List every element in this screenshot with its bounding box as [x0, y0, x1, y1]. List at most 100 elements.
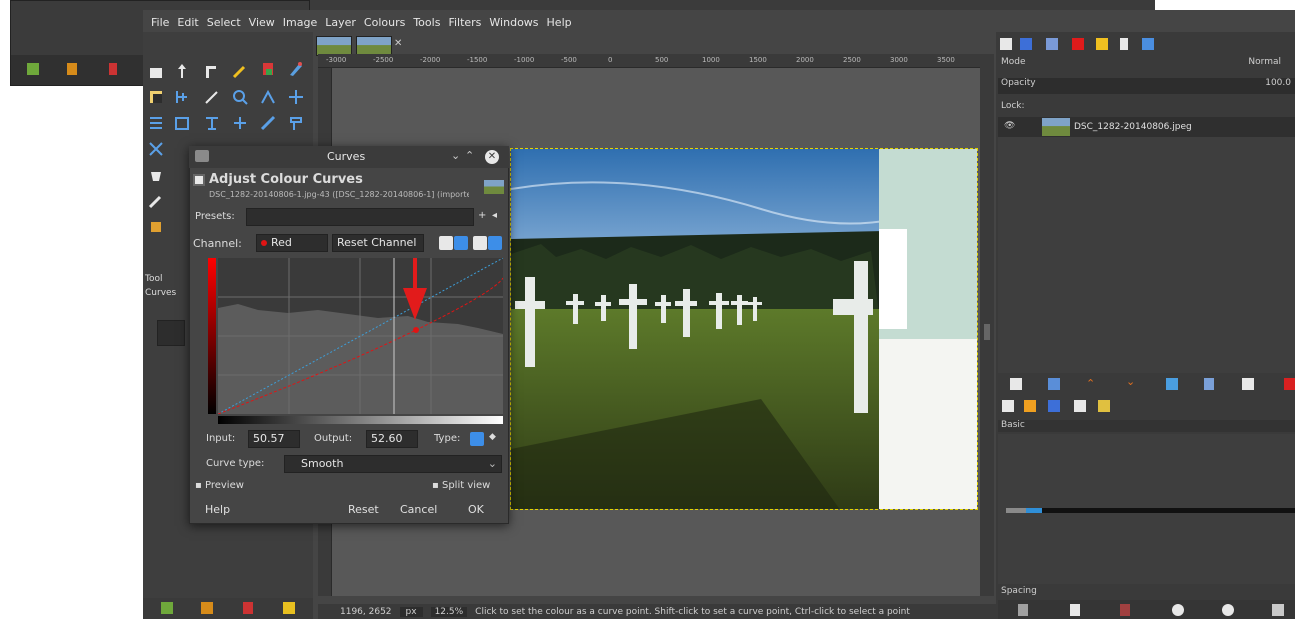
input-spinbox[interactable]: 50.57 [248, 430, 300, 448]
bucket-fill-icon[interactable] [147, 166, 165, 184]
color-picker-icon[interactable] [259, 60, 277, 78]
picker-icon[interactable] [473, 236, 487, 250]
menu-view[interactable]: View [245, 16, 279, 29]
foreground-select-icon[interactable] [147, 88, 165, 106]
layer-mode-row[interactable]: Mode Normal [998, 57, 1295, 71]
transform-icon[interactable] [287, 88, 305, 106]
reset-channel-button[interactable]: Reset Channel [332, 234, 424, 252]
paint-tool-icon[interactable] [287, 60, 305, 78]
delete-layer-icon[interactable] [1284, 378, 1295, 390]
delete-icon[interactable] [109, 63, 117, 75]
cage-icon[interactable] [259, 114, 277, 132]
images-tab-icon[interactable] [1098, 400, 1110, 412]
new-brush-icon[interactable] [1070, 604, 1080, 616]
menu-help[interactable]: Help [543, 16, 576, 29]
menu-select[interactable]: Select [203, 16, 245, 29]
spacing-row[interactable]: Spacing [998, 586, 1295, 598]
tool-options-field[interactable] [157, 320, 185, 346]
paths-tab-icon[interactable] [1046, 38, 1058, 50]
undo-icon[interactable] [67, 63, 77, 75]
point-type-smooth-icon[interactable] [470, 432, 484, 446]
channels-tab-icon[interactable] [1020, 38, 1032, 50]
menu-edit[interactable]: Edit [173, 16, 202, 29]
menu-windows[interactable]: Windows [485, 16, 542, 29]
presets-combo[interactable] [246, 208, 474, 226]
curve-type-select[interactable]: Smooth ⌄ [284, 455, 502, 473]
log-histogram-icon[interactable] [454, 236, 468, 250]
linear-histogram-icon[interactable] [439, 236, 453, 250]
brush-swatch-selected[interactable] [1026, 508, 1042, 513]
layer-row[interactable]: 👁 DSC_1282-20140806.jpeg [998, 117, 1295, 137]
opacity-row[interactable]: Opacity 100.0 [998, 78, 1295, 94]
output-spinbox[interactable]: 52.60 [366, 430, 418, 448]
fonts-tab2-icon[interactable] [1074, 400, 1086, 412]
add-preset-icon[interactable]: + [478, 210, 486, 221]
zoom-in-icon[interactable] [1222, 604, 1234, 616]
picker-active-icon[interactable] [488, 236, 502, 250]
unified-transform-icon[interactable] [173, 114, 191, 132]
menu-filters[interactable]: Filters [444, 16, 485, 29]
point-type-corner-icon[interactable]: ◆ [489, 432, 496, 442]
menu-file[interactable]: File [147, 16, 173, 29]
unit-select[interactable]: px [399, 606, 423, 617]
minimize-icon[interactable]: ⌄ [451, 149, 460, 162]
zoom-icon[interactable] [231, 88, 249, 106]
fuzzy-select-icon[interactable] [231, 62, 249, 80]
text-icon[interactable] [147, 140, 165, 158]
curves-graph[interactable] [217, 256, 504, 415]
rect-select-icon[interactable] [147, 64, 165, 82]
delete-brush-icon[interactable] [1120, 604, 1130, 616]
close-dialog-icon[interactable]: ✕ [485, 150, 499, 164]
split-view-checkbox[interactable]: ▪ Split view [432, 480, 490, 491]
delete-tool-preset-icon[interactable] [243, 602, 253, 614]
ok-button[interactable]: OK [468, 503, 484, 516]
vertical-scrollbar[interactable] [980, 54, 994, 596]
brushes-tab-icon[interactable] [1096, 38, 1108, 50]
export-icon[interactable] [27, 63, 39, 75]
lasso-icon[interactable] [203, 62, 221, 80]
menu-image[interactable]: Image [279, 16, 321, 29]
zoom-select[interactable]: 12.5% [430, 606, 468, 617]
help-button[interactable]: Help [205, 503, 230, 516]
canvas-image[interactable] [510, 148, 978, 510]
anchor-layer-icon[interactable] [1204, 378, 1214, 390]
maximize-icon[interactable]: ⌃ [465, 149, 474, 162]
pencil-icon[interactable] [203, 88, 221, 106]
clone-icon[interactable] [147, 218, 165, 236]
restore-tool-preset-icon[interactable] [201, 602, 213, 614]
measure-icon[interactable] [259, 88, 277, 106]
scrollbar-thumb[interactable] [984, 324, 990, 340]
align-icon[interactable] [173, 88, 191, 106]
duplicate-layer-icon[interactable] [1166, 378, 1178, 390]
crop-icon[interactable] [147, 114, 165, 132]
warp-icon[interactable] [287, 114, 305, 132]
save-tool-preset-icon[interactable] [161, 602, 173, 614]
edit-brush-icon[interactable] [1018, 604, 1028, 616]
layers-list[interactable] [998, 117, 1295, 373]
channel-select[interactable]: Red [256, 234, 328, 252]
flip-icon[interactable] [231, 114, 249, 132]
mask-icon[interactable] [1242, 378, 1254, 390]
lower-layer-icon[interactable]: ⌄ [1126, 375, 1135, 388]
preset-menu-icon[interactable]: ◂ [492, 210, 497, 221]
fonts-tab-icon[interactable] [1142, 38, 1154, 50]
layer-name[interactable]: DSC_1282-20140806.jpeg [1074, 122, 1192, 132]
image-tab-thumbnail-2[interactable] [356, 36, 392, 56]
horizontal-ruler[interactable]: -3000 -2500 -2000 -1500 -1000 -500 0 500 1000 150… [318, 54, 980, 68]
move-icon[interactable] [173, 62, 191, 80]
new-layer-group-icon[interactable] [1048, 378, 1060, 390]
curves-titlebar[interactable]: Curves ⌄ ⌃ ✕ [189, 146, 509, 168]
patterns-tab2-icon[interactable] [1024, 400, 1036, 412]
cancel-button[interactable]: Cancel [400, 503, 437, 516]
image-tab-thumbnail-1[interactable] [316, 36, 352, 56]
menu-layer[interactable]: Layer [321, 16, 360, 29]
view-as-list-icon[interactable] [1272, 604, 1284, 616]
new-layer-icon[interactable] [1010, 378, 1022, 390]
undo-history-tab-icon[interactable] [1072, 38, 1084, 50]
close-tab-icon[interactable]: ✕ [394, 38, 404, 52]
mode-value[interactable]: Normal [1248, 57, 1281, 67]
brushes-tab2-icon[interactable] [1002, 400, 1014, 412]
perspective-icon[interactable] [203, 114, 221, 132]
opacity-value[interactable]: 100.0 [1265, 78, 1291, 88]
visibility-eye-icon[interactable]: 👁 [1004, 121, 1015, 131]
